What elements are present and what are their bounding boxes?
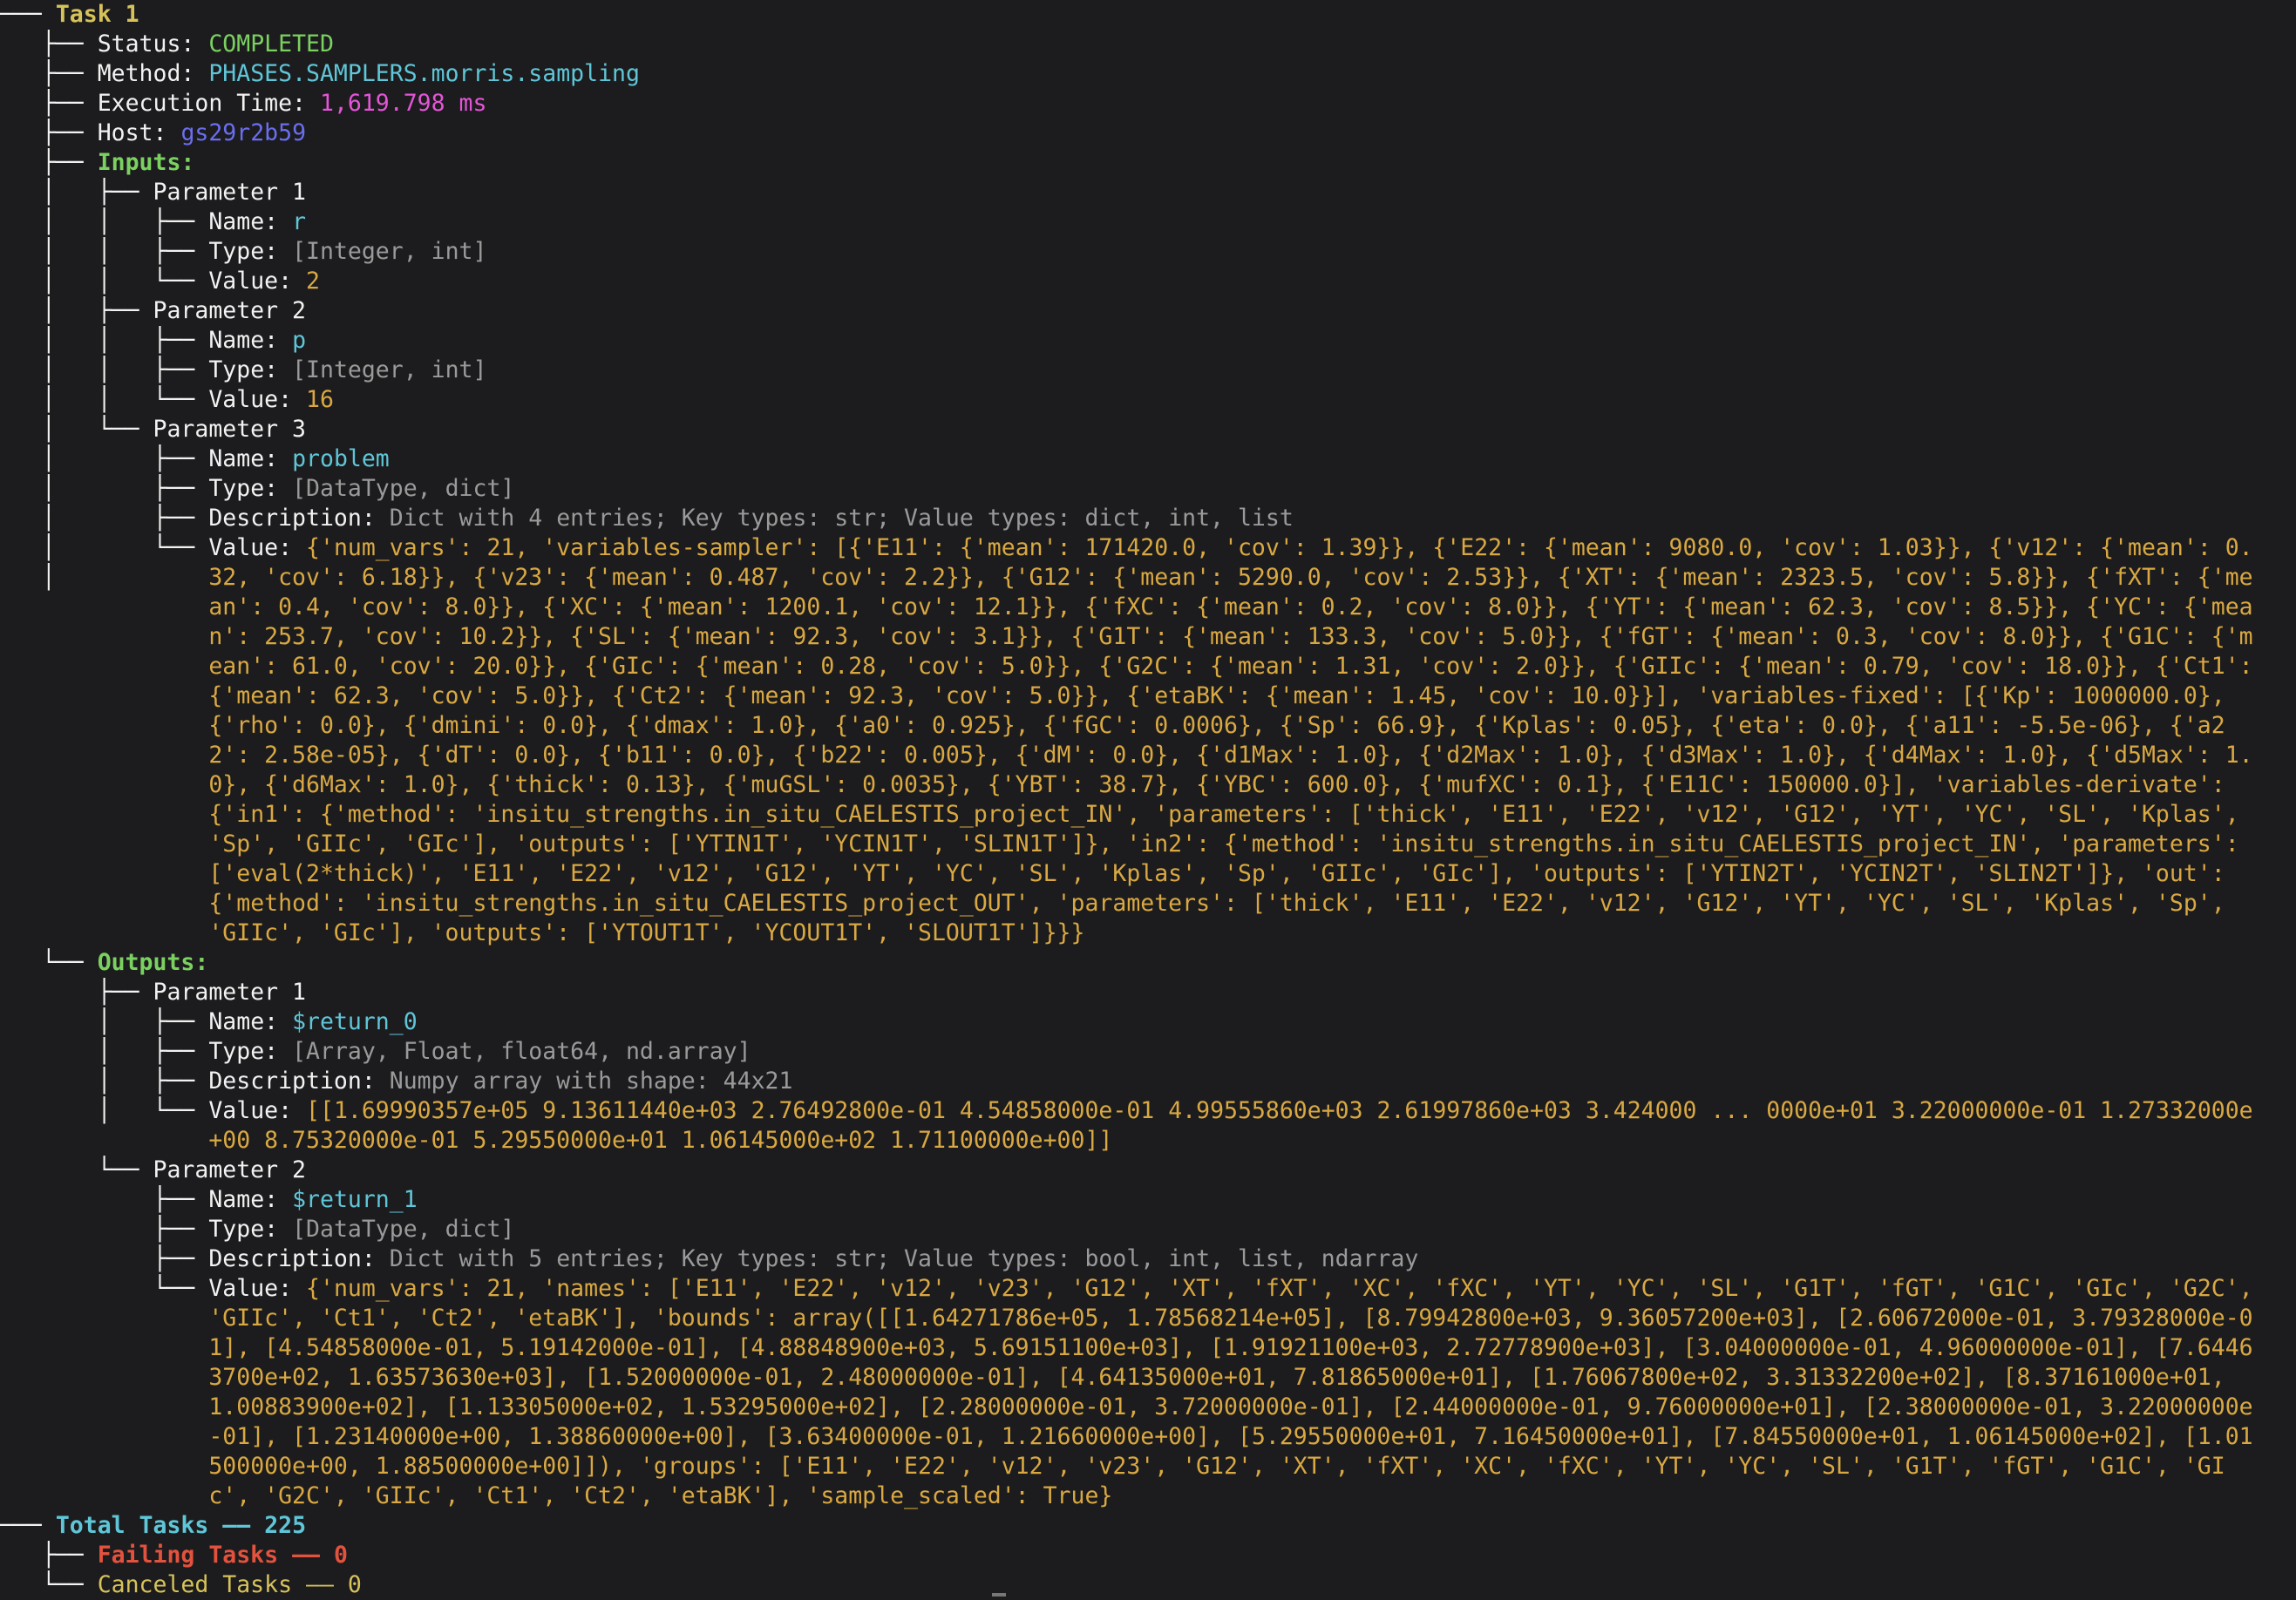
input-param-2-name: │ │ ├── Name: p bbox=[0, 327, 307, 354]
output-param-1-name: │ ├── Name: $return_0 bbox=[0, 1008, 418, 1035]
input-param-3-value: {'num_vars': 21, 'variables-sampler': [{… bbox=[208, 534, 2253, 946]
task-title: Task 1 bbox=[55, 1, 139, 28]
failing-tasks-line: ├── Failing Tasks —— 0 bbox=[0, 1542, 348, 1569]
input-param-3-description: │ ├── Description: Dict with 4 entries; … bbox=[0, 505, 1294, 532]
input-param-1-type: │ │ ├── Type: [Integer, int] bbox=[0, 238, 487, 265]
output-param-1-description: │ ├── Description: Numpy array with shap… bbox=[0, 1068, 793, 1095]
output-param-2-description: ├── Description: Dict with 5 entries; Ke… bbox=[0, 1245, 1419, 1272]
output-param-1-value: [[1.69990357e+05 9.13611440e+03 2.764928… bbox=[208, 1097, 2253, 1154]
output-param-1-value-row: │ └── Value: [[1.69990357e+05 9.13611440… bbox=[0, 1097, 2253, 1154]
output-param-1-type: │ ├── Type: [Array, Float, float64, nd.a… bbox=[0, 1038, 751, 1065]
output-param-2-title: └── Parameter 2 bbox=[0, 1156, 306, 1183]
output-param-1-title: ├── Parameter 1 bbox=[0, 979, 306, 1006]
input-param-3-value-row: │ └── Value: {'num_vars': 21, 'variables… bbox=[0, 534, 2253, 946]
method-label: Method: bbox=[97, 60, 195, 87]
canceled-tasks-label: Canceled Tasks bbox=[97, 1571, 293, 1598]
host-label: Host: bbox=[97, 119, 167, 146]
status-line: ├── Status: COMPLETED bbox=[0, 31, 334, 58]
exec-time-value: 1,619.798 ms bbox=[319, 90, 487, 117]
input-param-3-type: │ ├── Type: [DataType, dict] bbox=[0, 475, 515, 502]
input-param-1-name: │ │ ├── Name: r bbox=[0, 208, 307, 235]
task-title-line: ─── Task 1 bbox=[0, 1, 139, 28]
output-param-2-value: {'num_vars': 21, 'names': ['E11', 'E22',… bbox=[208, 1275, 2253, 1509]
input-param-3-name: │ ├── Name: problem bbox=[0, 445, 390, 472]
outputs-line: └── Outputs: bbox=[0, 949, 209, 976]
status-value: COMPLETED bbox=[208, 31, 334, 58]
outputs-heading: Outputs: bbox=[97, 949, 209, 976]
exec-time-line: ├── Execution Time: 1,619.798 ms bbox=[0, 90, 487, 117]
inputs-heading: Inputs: bbox=[97, 149, 195, 176]
method-value: PHASES.SAMPLERS.morris.sampling bbox=[208, 60, 640, 87]
host-value: gs29r2b59 bbox=[180, 119, 307, 146]
input-param-2-type: │ │ ├── Type: [Integer, int] bbox=[0, 356, 487, 383]
terminal-output: ─── Task 1 ├── Status: COMPLETED ├── Met… bbox=[0, 0, 2296, 1600]
failing-tasks-label: Failing Tasks bbox=[97, 1542, 279, 1569]
inputs-line: ├── Inputs: bbox=[0, 149, 195, 176]
output-param-2-value-row: └── Value: {'num_vars': 21, 'names': ['E… bbox=[0, 1275, 2253, 1509]
input-param-1-value: │ │ └── Value: 2 bbox=[0, 268, 320, 295]
total-tasks-line: ─── Total Tasks —— 225 bbox=[0, 1512, 307, 1539]
input-param-3-title: │ └── Parameter 3 bbox=[0, 416, 306, 443]
status-label: Status: bbox=[97, 31, 195, 58]
host-line: ├── Host: gs29r2b59 bbox=[0, 119, 307, 146]
input-param-2-title: │ ├── Parameter 2 bbox=[0, 297, 306, 324]
exec-time-label: Execution Time: bbox=[97, 90, 307, 117]
output-param-2-type: ├── Type: [DataType, dict] bbox=[0, 1216, 515, 1243]
output-param-2-name: ├── Name: $return_1 bbox=[0, 1186, 418, 1213]
total-tasks-label: Total Tasks bbox=[55, 1512, 209, 1539]
input-param-2-value: │ │ └── Value: 16 bbox=[0, 386, 334, 413]
failing-tasks-value: 0 bbox=[333, 1542, 348, 1569]
canceled-tasks-value: 0 bbox=[347, 1571, 362, 1598]
input-param-1-title: │ ├── Parameter 1 bbox=[0, 179, 306, 206]
method-line: ├── Method: PHASES.SAMPLERS.morris.sampl… bbox=[0, 60, 640, 87]
total-tasks-value: 225 bbox=[264, 1512, 307, 1539]
canceled-tasks-line: └── Canceled Tasks —— 0 bbox=[0, 1571, 362, 1598]
scroll-indicator bbox=[992, 1593, 1006, 1597]
